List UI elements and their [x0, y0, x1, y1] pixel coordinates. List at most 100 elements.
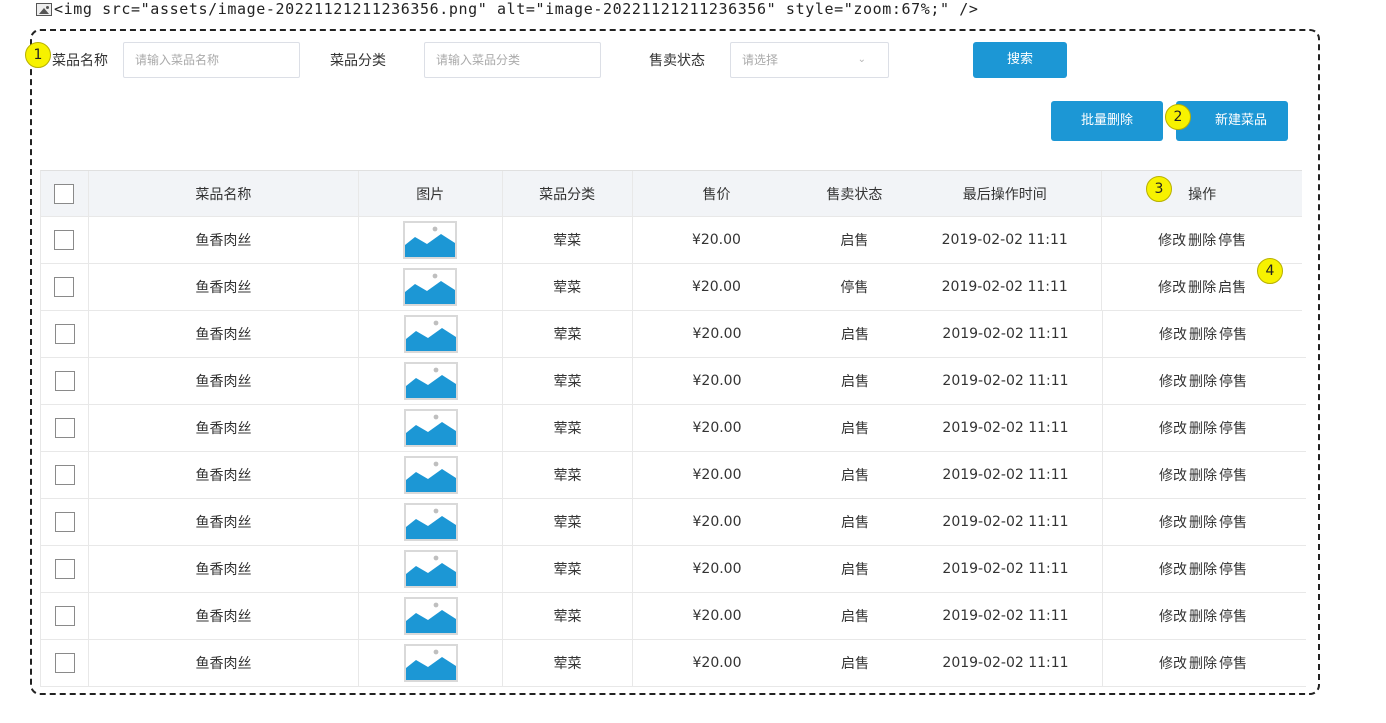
row-checkbox[interactable]	[54, 606, 75, 626]
edit-link[interactable]: 修改	[1158, 277, 1186, 297]
row-checkbox-cell	[41, 593, 89, 639]
batch-delete-button[interactable]: 批量删除	[1051, 101, 1163, 141]
dish-image-cell	[359, 311, 503, 357]
dish-price-cell: ¥20.00	[692, 608, 742, 624]
image-placeholder-icon	[403, 550, 458, 588]
table-row: 鱼香肉丝 荤菜 ¥20.00 启售 2019-02-02 11:11 修改 删除 停售	[40, 358, 1306, 405]
dish-status-cell: 启售	[841, 468, 869, 484]
delete-link[interactable]: 删除	[1188, 277, 1216, 297]
dish-price-cell: ¥20.00	[691, 232, 741, 248]
dish-time-cell: 2019-02-02 11:11	[909, 452, 1103, 498]
dish-time-cell: 2019-02-02 11:11	[908, 264, 1103, 310]
dish-ops-cell: 修改 删除 停售	[1103, 546, 1303, 592]
row-checkbox[interactable]	[54, 277, 75, 297]
delete-link[interactable]: 删除	[1189, 512, 1217, 532]
delete-link[interactable]: 删除	[1189, 418, 1217, 438]
delete-link[interactable]: 删除	[1189, 324, 1217, 344]
row-checkbox[interactable]	[54, 653, 75, 673]
dish-price-cell: ¥20.00	[692, 514, 742, 530]
table-row: 鱼香肉丝 荤菜 ¥20.00 启售 2019-02-02 11:11 修改 删除 停售	[40, 452, 1306, 499]
dish-image-cell	[359, 640, 503, 686]
dish-ops-cell: 修改 删除 停售	[1103, 405, 1303, 451]
dish-ops-cell: 修改 删除 停售	[1103, 452, 1303, 498]
row-checkbox-cell	[41, 499, 89, 545]
delete-link[interactable]: 删除	[1189, 465, 1217, 485]
dish-category-cell: 荤菜	[503, 640, 633, 686]
dish-status-cell: 停售	[840, 280, 869, 296]
header-category: 菜品分类	[503, 171, 633, 216]
row-checkbox[interactable]	[54, 371, 75, 391]
dish-time-cell: 2019-02-02 11:11	[909, 311, 1103, 357]
dish-name-cell: 鱼香肉丝	[89, 452, 359, 498]
toggle-sale-link[interactable]: 停售	[1219, 324, 1247, 344]
delete-link[interactable]: 删除	[1189, 559, 1217, 579]
toggle-sale-link[interactable]: 停售	[1219, 371, 1247, 391]
edit-link[interactable]: 修改	[1158, 230, 1186, 250]
edit-link[interactable]: 修改	[1159, 653, 1187, 673]
dish-name-label: 菜品名称	[52, 53, 108, 69]
header-checkbox-cell	[41, 171, 89, 216]
toggle-sale-link[interactable]: 停售	[1219, 606, 1247, 626]
dish-image-cell	[359, 499, 503, 545]
dish-image-cell	[359, 452, 503, 498]
dish-image-cell	[359, 358, 503, 404]
delete-link[interactable]: 删除	[1188, 230, 1216, 250]
dish-name-cell: 鱼香肉丝	[89, 217, 359, 263]
row-checkbox[interactable]	[54, 418, 75, 438]
toggle-sale-link[interactable]: 启售	[1218, 277, 1246, 297]
dish-name-cell: 鱼香肉丝	[89, 640, 359, 686]
select-all-checkbox[interactable]	[54, 183, 75, 204]
row-checkbox-cell	[41, 452, 89, 498]
dish-image-cell	[359, 217, 503, 263]
dish-status-cell: 启售	[841, 656, 869, 672]
row-checkbox[interactable]	[54, 559, 75, 579]
toggle-sale-link[interactable]: 停售	[1219, 512, 1247, 532]
dish-time-cell: 2019-02-02 11:11	[909, 593, 1103, 639]
dish-price-cell: ¥20.00	[691, 279, 741, 295]
dish-status-cell: 启售	[841, 562, 869, 578]
row-checkbox[interactable]	[54, 465, 75, 485]
dish-time-cell: 2019-02-02 11:11	[909, 499, 1103, 545]
row-checkbox-cell	[41, 217, 89, 263]
edit-link[interactable]: 修改	[1159, 512, 1187, 532]
toggle-sale-link[interactable]: 停售	[1219, 465, 1247, 485]
row-checkbox-cell	[41, 358, 89, 404]
dish-price-cell: ¥20.00	[692, 373, 742, 389]
table-row: 鱼香肉丝 荤菜 ¥20.00 启售 2019-02-02 11:11 修改 删除 停售	[40, 217, 1302, 264]
dish-price-cell: ¥20.00	[692, 655, 742, 671]
edit-link[interactable]: 修改	[1159, 324, 1187, 344]
new-dish-button[interactable]: 新建菜品	[1176, 101, 1288, 141]
toggle-sale-link[interactable]: 停售	[1219, 653, 1247, 673]
edit-link[interactable]: 修改	[1159, 418, 1187, 438]
dish-time-cell: 2019-02-02 11:11	[909, 640, 1103, 686]
row-checkbox-cell	[41, 311, 89, 357]
edit-link[interactable]: 修改	[1159, 559, 1187, 579]
edit-link[interactable]: 修改	[1159, 606, 1187, 626]
toggle-sale-link[interactable]: 停售	[1219, 559, 1247, 579]
delete-link[interactable]: 删除	[1189, 371, 1217, 391]
toggle-sale-link[interactable]: 停售	[1219, 418, 1247, 438]
dish-name-input[interactable]: 请输入菜品名称	[123, 42, 300, 78]
row-checkbox[interactable]	[54, 324, 75, 344]
search-button[interactable]: 搜索	[973, 42, 1067, 78]
row-checkbox[interactable]	[54, 512, 75, 532]
dish-category-input[interactable]: 请输入菜品分类	[424, 42, 601, 78]
dish-ops-cell: 修改 删除 停售	[1103, 358, 1303, 404]
dish-category-cell: 荤菜	[503, 405, 633, 451]
dish-ops-cell: 修改 删除 停售	[1103, 311, 1303, 357]
dish-status-cell: 启售	[841, 374, 869, 390]
dish-image-cell	[359, 593, 503, 639]
row-checkbox-cell	[41, 264, 89, 310]
sale-status-label: 售卖状态	[649, 53, 705, 69]
row-checkbox-cell	[41, 405, 89, 451]
edit-link[interactable]: 修改	[1159, 371, 1187, 391]
edit-link[interactable]: 修改	[1159, 465, 1187, 485]
dish-name-cell: 鱼香肉丝	[89, 593, 359, 639]
toggle-sale-link[interactable]: 停售	[1218, 230, 1246, 250]
row-checkbox[interactable]	[54, 230, 75, 250]
image-placeholder-icon	[403, 644, 458, 682]
delete-link[interactable]: 删除	[1189, 653, 1217, 673]
table-row: 鱼香肉丝 荤菜 ¥20.00 启售 2019-02-02 11:11 修改 删除 停售	[40, 593, 1306, 640]
sale-status-select[interactable]: 请选择 ⌄	[730, 42, 889, 78]
delete-link[interactable]: 删除	[1189, 606, 1217, 626]
